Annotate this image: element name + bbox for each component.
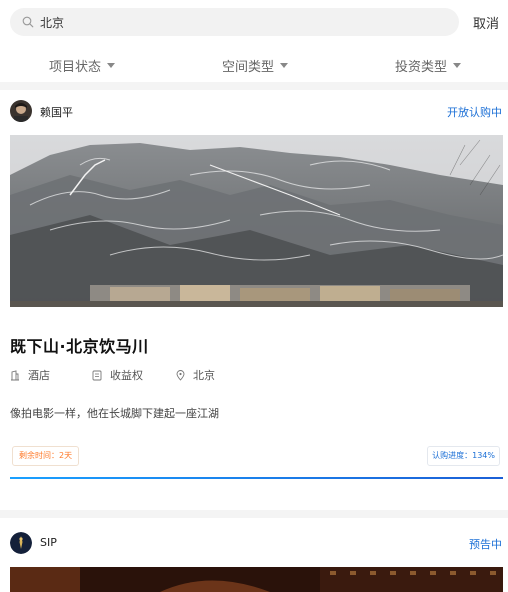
author-name[interactable]: SIP	[40, 536, 57, 549]
status-badge: 开放认购中	[447, 106, 502, 119]
location-pin-icon	[176, 369, 185, 381]
filter-space-type[interactable]: 空间类型	[222, 56, 289, 75]
meta-label: 北京	[193, 369, 215, 382]
status-badge: 预告中	[469, 538, 502, 551]
cover-image[interactable]	[10, 567, 503, 592]
search-icon	[22, 16, 34, 28]
progress-bar	[10, 477, 503, 479]
project-meta: 酒店 收益权 北京	[10, 367, 500, 383]
caret-down-icon	[453, 63, 462, 68]
search-box[interactable]	[10, 8, 459, 36]
project-description: 像拍电影一样，他在长城脚下建起一座江湖	[10, 407, 219, 420]
meta-label: 酒店	[28, 369, 50, 382]
meta-space-type: 酒店	[10, 367, 50, 383]
filter-bar: 项目状态 空间类型 投资类型	[0, 48, 508, 80]
filter-label: 空间类型	[222, 60, 275, 75]
section-divider	[0, 510, 508, 518]
progress-fill	[10, 477, 503, 479]
building-icon	[11, 369, 19, 380]
document-icon	[92, 370, 102, 380]
caret-down-icon	[107, 63, 116, 68]
meta-investment-type: 收益权	[92, 367, 143, 383]
project-title[interactable]: 既下山·北京饮马川	[10, 333, 149, 357]
avatar[interactable]	[10, 532, 32, 554]
avatar[interactable]	[10, 100, 32, 122]
filter-label: 项目状态	[49, 60, 102, 75]
author-name[interactable]: 赖国平	[40, 104, 73, 120]
meta-location: 北京	[176, 367, 215, 383]
cover-image[interactable]	[10, 135, 503, 307]
section-divider	[0, 82, 508, 90]
search-bar: 取消	[0, 0, 508, 44]
filter-investment-type[interactable]: 投资类型	[395, 56, 462, 75]
filter-label: 投资类型	[395, 60, 448, 75]
search-input[interactable]	[40, 13, 440, 31]
filter-project-status[interactable]: 项目状态	[49, 56, 116, 75]
card-header: SIP 预告中	[0, 525, 508, 561]
caret-down-icon	[280, 63, 289, 68]
project-card[interactable]: SIP 预告中	[0, 525, 508, 592]
cancel-button[interactable]: 取消	[473, 13, 499, 32]
project-card[interactable]: 赖国平 开放认购中 既下山·北京饮马川 酒店 收益权 北京 像拍电影一样，他在长…	[0, 93, 508, 509]
card-header: 赖国平 开放认购中	[0, 93, 508, 129]
subscription-progress-badge: 认购进度：134%	[427, 446, 500, 466]
meta-label: 收益权	[110, 369, 143, 382]
remaining-time-badge: 剩余时间：2天	[12, 446, 80, 466]
